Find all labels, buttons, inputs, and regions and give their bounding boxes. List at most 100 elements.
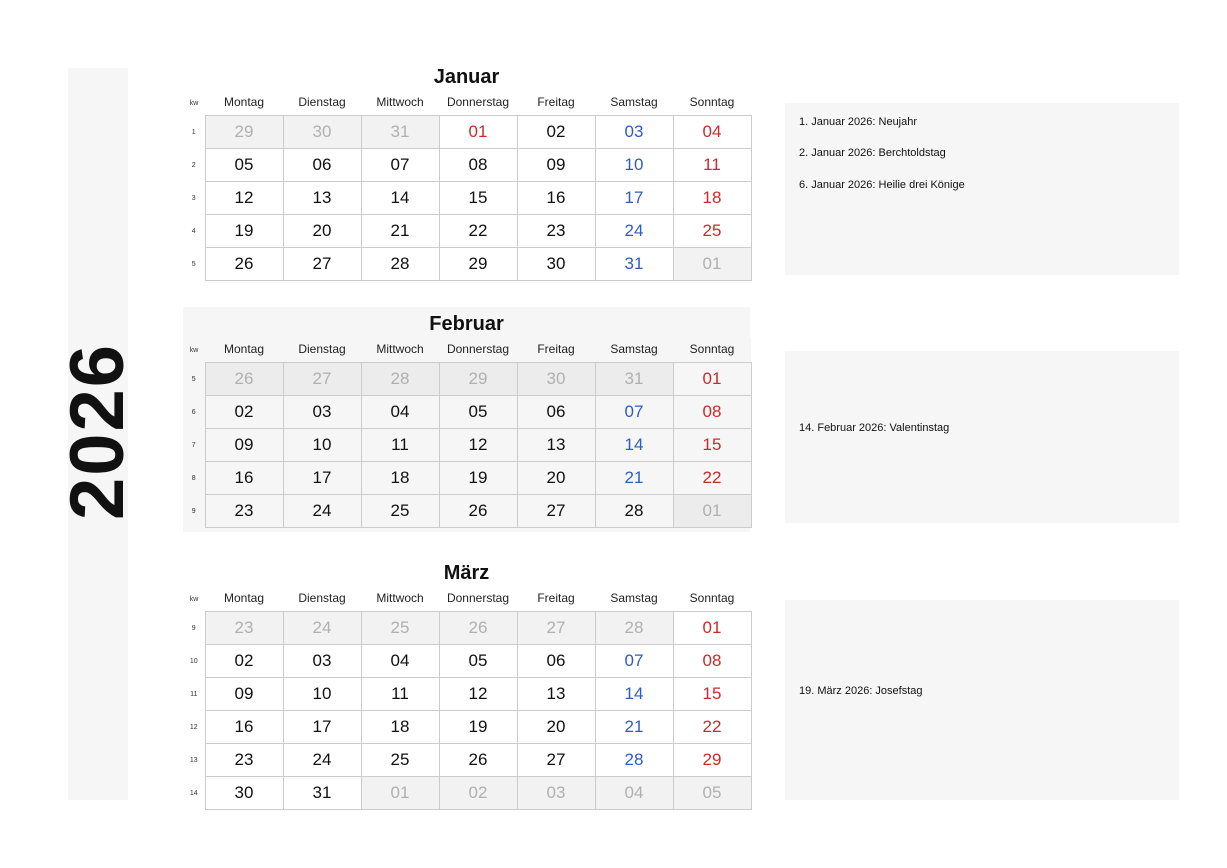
day-cell: 10 xyxy=(283,678,361,711)
day-cell: 25 xyxy=(361,495,439,528)
month-title: März xyxy=(183,556,750,587)
day-cell: 30 xyxy=(517,363,595,396)
weekday-header: Samstag xyxy=(595,338,673,363)
week-number: 2 xyxy=(183,149,205,182)
day-cell: 01 xyxy=(673,248,751,281)
calendar-week-row: 1323242526272829 xyxy=(183,744,751,777)
holiday-panel-februar: 14. Februar 2026: Valentinstag xyxy=(785,351,1179,523)
day-cell: 29 xyxy=(673,744,751,777)
day-cell: 04 xyxy=(361,396,439,429)
day-cell: 18 xyxy=(673,182,751,215)
calendar-week-row: 312131415161718 xyxy=(183,182,751,215)
week-number: 6 xyxy=(183,396,205,429)
weekday-header: Mittwoch xyxy=(361,587,439,612)
day-cell: 09 xyxy=(517,149,595,182)
day-cell: 08 xyxy=(673,396,751,429)
day-cell: 15 xyxy=(673,678,751,711)
day-cell: 28 xyxy=(595,744,673,777)
day-cell: 13 xyxy=(517,429,595,462)
day-cell: 30 xyxy=(517,248,595,281)
day-cell: 16 xyxy=(205,462,283,495)
day-cell: 06 xyxy=(283,149,361,182)
day-cell: 05 xyxy=(205,149,283,182)
day-cell: 27 xyxy=(517,495,595,528)
day-cell: 20 xyxy=(283,215,361,248)
day-cell: 16 xyxy=(205,711,283,744)
day-cell: 26 xyxy=(205,248,283,281)
weekday-header: Freitag xyxy=(517,587,595,612)
day-cell: 01 xyxy=(673,363,751,396)
day-cell: 23 xyxy=(205,744,283,777)
day-cell: 02 xyxy=(205,645,283,678)
day-cell: 31 xyxy=(361,116,439,149)
day-cell: 21 xyxy=(595,462,673,495)
holiday-list: 14. Februar 2026: Valentinstag xyxy=(799,421,949,452)
day-cell: 08 xyxy=(673,645,751,678)
day-cell: 04 xyxy=(361,645,439,678)
calendar-week-row: 1430310102030405 xyxy=(183,777,751,810)
day-cell: 25 xyxy=(361,744,439,777)
day-cell: 29 xyxy=(205,116,283,149)
day-cell: 12 xyxy=(439,678,517,711)
day-cell: 05 xyxy=(439,396,517,429)
weekday-header: Dienstag xyxy=(283,587,361,612)
weekday-header: Dienstag xyxy=(283,338,361,363)
month-title: Februar xyxy=(183,307,750,338)
calendar-week-row: 526272829303101 xyxy=(183,248,751,281)
calendar-week-row: 923242526272801 xyxy=(183,612,751,645)
day-cell: 07 xyxy=(361,149,439,182)
week-number: 4 xyxy=(183,215,205,248)
day-cell: 23 xyxy=(517,215,595,248)
week-number: 1 xyxy=(183,116,205,149)
weekday-header: Dienstag xyxy=(283,91,361,116)
day-cell: 10 xyxy=(595,149,673,182)
day-cell: 30 xyxy=(205,777,283,810)
calendar-page: 2026 JanuarkwMontagDienstagMittwochDonne… xyxy=(0,0,1227,868)
day-cell: 22 xyxy=(439,215,517,248)
weekday-header: Freitag xyxy=(517,91,595,116)
day-cell: 03 xyxy=(595,116,673,149)
day-cell: 24 xyxy=(283,495,361,528)
holiday-entry: 1. Januar 2026: Neujahr xyxy=(799,115,1165,130)
weekday-header: Samstag xyxy=(595,91,673,116)
day-cell: 15 xyxy=(673,429,751,462)
weekday-header: Sonntag xyxy=(673,587,751,612)
week-number: 9 xyxy=(183,495,205,528)
day-cell: 24 xyxy=(595,215,673,248)
calendar-week-row: 923242526272801 xyxy=(183,495,751,528)
kw-header: kw xyxy=(183,587,205,612)
weekday-header: Donnerstag xyxy=(439,587,517,612)
day-cell: 22 xyxy=(673,711,751,744)
day-cell: 21 xyxy=(595,711,673,744)
day-cell: 12 xyxy=(205,182,283,215)
day-cell: 14 xyxy=(595,429,673,462)
day-cell: 13 xyxy=(517,678,595,711)
week-number: 10 xyxy=(183,645,205,678)
holiday-entry: 19. März 2026: Josefstag xyxy=(799,684,923,699)
day-cell: 17 xyxy=(283,462,361,495)
holiday-list: 19. März 2026: Josefstag xyxy=(799,684,923,715)
day-cell: 31 xyxy=(283,777,361,810)
day-cell: 04 xyxy=(673,116,751,149)
day-cell: 14 xyxy=(361,182,439,215)
weekday-header: Freitag xyxy=(517,338,595,363)
day-cell: 05 xyxy=(439,645,517,678)
day-cell: 20 xyxy=(517,711,595,744)
day-cell: 23 xyxy=(205,612,283,645)
year-strip: 2026 xyxy=(68,68,128,800)
weekday-header: Mittwoch xyxy=(361,338,439,363)
day-cell: 09 xyxy=(205,678,283,711)
month-title: Januar xyxy=(183,60,750,91)
week-number: 7 xyxy=(183,429,205,462)
day-cell: 14 xyxy=(595,678,673,711)
holiday-entry: 6. Januar 2026: Heilie drei Könige xyxy=(799,178,1165,193)
day-cell: 26 xyxy=(205,363,283,396)
day-cell: 07 xyxy=(595,396,673,429)
holiday-entry: 14. Februar 2026: Valentinstag xyxy=(799,421,949,436)
day-cell: 15 xyxy=(439,182,517,215)
day-cell: 19 xyxy=(439,711,517,744)
day-cell: 28 xyxy=(361,248,439,281)
weekday-header: Donnerstag xyxy=(439,91,517,116)
weekday-header: Montag xyxy=(205,338,283,363)
day-cell: 17 xyxy=(283,711,361,744)
